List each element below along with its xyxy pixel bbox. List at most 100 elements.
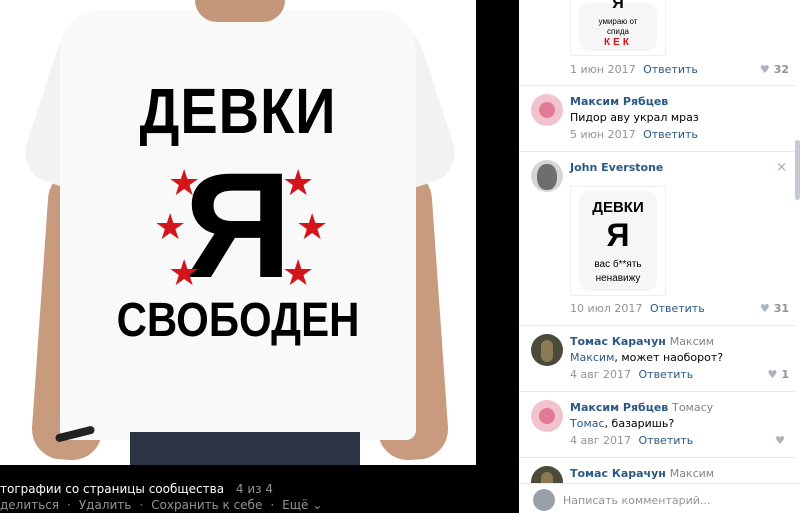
share-button[interactable]: делиться [0,498,59,512]
reply-button[interactable]: Ответить [643,128,698,141]
heart-icon: ♥ [759,302,770,315]
thumb-text: вас б**ять [594,259,642,270]
comment-date[interactable]: 4 авг 2017 [570,434,631,447]
photo-caption: тографии со страницы сообщества 4 из 4 [0,482,273,496]
reply-button[interactable]: Ответить [650,302,705,315]
tshirt-text-line3: СВОБОДЕН [116,292,360,347]
star-icon: ★ [282,163,315,204]
like-count: 31 [773,302,789,315]
avatar-face [537,164,557,190]
comment-author[interactable]: John Everstone [570,161,663,174]
chevron-down-icon: ⌄ [312,498,323,512]
thumb-text: умираю от [598,17,638,26]
reply-to[interactable]: Максим [670,467,714,480]
author-name[interactable]: Томас Карачун [570,335,666,348]
avatar-figure [541,472,553,483]
reply-button[interactable]: Ответить [639,434,694,447]
comment-date[interactable]: 5 июн 2017 [570,128,636,141]
reply-to[interactable]: Максим [670,335,714,348]
like-count: 1 [781,368,789,381]
avatar[interactable] [531,334,563,366]
reply-to[interactable]: Томасу [672,401,713,414]
tshirt-text-ya: Я [184,141,292,309]
thumb-text: ненавижу [595,273,641,284]
thumb-text: Я [606,217,630,253]
separator: · [139,498,144,512]
neck [195,0,285,22]
comment-meta: 4 авг 2017 Ответить [570,434,693,447]
thumb-text: КЕК [604,37,632,48]
star-icon: ★ [168,253,201,294]
star-icon: ★ [296,207,329,248]
comment-item: Максим Рябцев Томасу Томас, базаришь? 4 … [519,392,795,458]
comments-panel[interactable]: Я умираю от спида КЕК 1 июн 2017 Ответит… [519,0,800,483]
comment-item: Томас Карачун Максим Максим, может наобо… [519,326,795,392]
mention-link[interactable]: Томас [570,417,605,430]
star-icon: ★ [168,163,201,204]
comment-item: Томас Карачун Максим [519,458,795,483]
comment-text: Максим, может наоборот? [570,351,723,364]
comment-item: Максим Рябцев Пидор аву украл мраз 5 июн… [519,86,795,152]
thumb-text: Я [612,0,624,12]
comment-date[interactable]: 1 июн 2017 [570,63,636,76]
like-count: 32 [773,63,789,76]
comment-text: Томас, базаришь? [570,417,674,430]
mention-link[interactable]: Максим [570,351,614,364]
like-button[interactable]: ♥ 1 [767,368,789,381]
heart-icon: ♥ [767,368,778,381]
comment-body: , базаришь? [604,417,675,430]
like-button[interactable]: ♥ 31 [760,302,789,315]
comment-date[interactable]: 4 авг 2017 [570,368,631,381]
comment-meta: 4 авг 2017 Ответить [570,368,693,381]
photo[interactable]: ДЕВКИ Я СВОБОДЕН ★ ★ ★ ★ ★ ★ [0,0,476,465]
separator: · [270,498,275,512]
avatar-face [539,102,555,118]
avatar-face [539,408,555,424]
comment-meta: 5 июн 2017 Ответить [570,128,698,141]
avatar-figure [541,340,553,362]
heart-icon: ♥ [775,434,785,447]
photo-counter: 4 из 4 [235,482,273,496]
separator: · [67,498,71,512]
comment-composer [519,483,800,513]
star-icon: ★ [282,253,315,294]
more-button[interactable]: Ещё ⌄ [282,498,322,512]
comment-author: Максим Рябцев Томасу [570,401,713,414]
comment-author: Томас Карачун Максим [570,335,714,348]
comment-author[interactable]: Максим Рябцев [570,95,668,108]
comment-image[interactable]: ДЕВКИ Я вас б**ять ненавижу [570,186,666,296]
like-button[interactable]: ♥ [775,434,789,447]
reply-button[interactable]: Ответить [639,368,694,381]
comment-image[interactable]: Я умираю от спида КЕК [570,0,666,56]
heart-icon: ♥ [759,63,770,76]
scrollbar[interactable] [795,140,800,200]
comment-item: Я умираю от спида КЕК 1 июн 2017 Ответит… [519,0,795,86]
delete-button[interactable]: Удалить [79,498,132,512]
comment-meta: 1 июн 2017 Ответить [570,63,698,76]
avatar[interactable] [531,466,563,483]
comment-text: Пидор аву украл мраз [570,111,699,124]
like-button[interactable]: ♥ 32 [760,63,789,76]
avatar[interactable] [531,160,563,192]
save-button[interactable]: Сохранить к себе [151,498,262,512]
thumb-text: ДЕВКИ [592,199,644,216]
jeans [130,432,360,465]
avatar[interactable] [531,400,563,432]
comment-input[interactable] [563,489,788,511]
comment-item: John Everstone × ДЕВКИ Я вас б**ять нена… [519,152,795,326]
photo-viewer: ДЕВКИ Я СВОБОДЕН ★ ★ ★ ★ ★ ★ тографии со… [0,0,519,513]
comment-meta: 10 июл 2017 Ответить [570,302,705,315]
author-name[interactable]: Максим Рябцев [570,401,668,414]
viewer-background [476,0,519,465]
comment-date[interactable]: 10 июл 2017 [570,302,642,315]
close-icon[interactable]: × [776,160,787,175]
photo-actions: делиться · Удалить · Сохранить к себе · Ещё ⌄ [0,498,322,512]
author-name[interactable]: Томас Карачун [570,467,666,480]
reply-button[interactable]: Ответить [643,63,698,76]
more-label: Ещё [282,498,309,512]
comment-body: , может наоборот? [614,351,724,364]
caption-text: тографии со страницы сообщества [0,482,225,496]
avatar[interactable] [531,94,563,126]
avatar [533,489,555,511]
star-icon: ★ [154,207,187,248]
